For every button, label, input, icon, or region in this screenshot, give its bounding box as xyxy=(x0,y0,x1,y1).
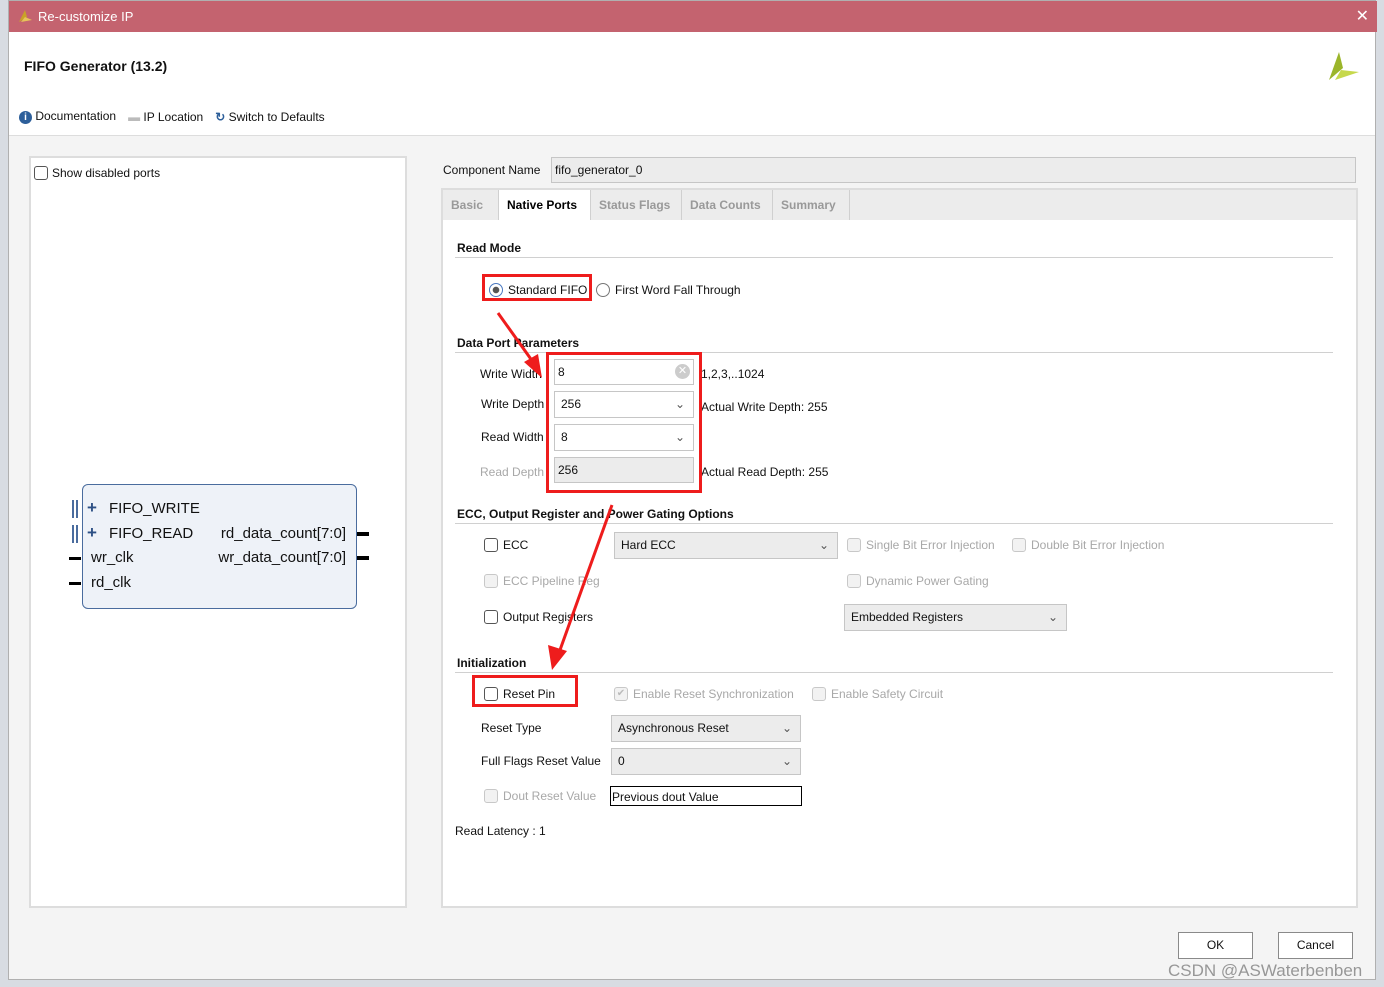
tab-bar: Basic Native Ports Status Flags Data Cou… xyxy=(443,190,1356,220)
fwft-label: First Word Fall Through xyxy=(615,283,741,297)
write-depth-label: Write Depth xyxy=(481,397,545,411)
xilinx-logo-icon xyxy=(1329,52,1359,80)
double-bit-checkbox[interactable] xyxy=(1012,538,1026,552)
ecc-type-value: Hard ECC xyxy=(621,538,676,552)
reset-type-value: Asynchronous Reset xyxy=(618,721,729,735)
ecc-pipeline-checkbox[interactable] xyxy=(484,574,498,588)
ok-button[interactable]: OK xyxy=(1178,932,1253,959)
safety-circuit-label: Enable Safety Circuit xyxy=(831,687,944,701)
port-wr-clk: wr_clk xyxy=(91,549,134,566)
expand-plus-icon[interactable]: + xyxy=(87,498,97,518)
port-pin xyxy=(69,557,81,560)
switch-defaults-label: Switch to Defaults xyxy=(228,109,325,124)
documentation-label: Documentation xyxy=(35,109,117,123)
port-fifo-write: FIFO_WRITE xyxy=(109,500,200,517)
show-disabled-ports-checkbox[interactable] xyxy=(34,166,48,180)
header: FIFO Generator (13.2) i Documentation ▬ … xyxy=(9,32,1375,136)
divider xyxy=(455,523,1333,524)
chevron-down-icon: ⌄ xyxy=(818,538,829,552)
port-rd-clk: rd_clk xyxy=(91,574,132,591)
show-disabled-ports-label: Show disabled ports xyxy=(52,166,161,180)
read-latency-text: Read Latency : 1 xyxy=(455,824,546,838)
power-gating-checkbox[interactable] xyxy=(847,574,861,588)
ecc-header: ECC, Output Register and Power Gating Op… xyxy=(457,507,734,521)
ecc-label: ECC xyxy=(503,538,529,552)
reset-type-select[interactable]: Asynchronous Reset ⌄ xyxy=(611,715,801,742)
page-title: FIFO Generator (13.2) xyxy=(24,58,168,74)
ecc-checkbox[interactable] xyxy=(484,538,498,552)
read-depth-hint: Actual Read Depth: 255 xyxy=(701,465,829,479)
fwft-radio[interactable] xyxy=(596,283,610,297)
double-bit-label: Double Bit Error Injection xyxy=(1031,538,1165,552)
chevron-down-icon: ⌄ xyxy=(781,754,792,768)
port-fifo-read: FIFO_READ xyxy=(109,525,194,542)
port-pin xyxy=(357,556,369,560)
annotation-box-reset-pin xyxy=(472,675,578,707)
output-register-type-value: Embedded Registers xyxy=(851,610,964,624)
title-bar: Re-customize IP ✕ xyxy=(9,1,1377,32)
single-bit-label: Single Bit Error Injection xyxy=(866,538,995,552)
output-register-type-select[interactable]: Embedded Registers ⌄ xyxy=(844,604,1067,631)
tab-summary[interactable]: Summary xyxy=(773,190,850,220)
dout-reset-value-input[interactable]: Previous dout Value xyxy=(610,786,802,806)
initialization-header: Initialization xyxy=(457,656,527,670)
ip-location-button[interactable]: ▬ IP Location xyxy=(128,110,203,124)
tab-basic[interactable]: Basic xyxy=(443,190,499,220)
chevron-down-icon: ⌄ xyxy=(1047,610,1058,624)
tab-status-flags[interactable]: Status Flags xyxy=(591,190,682,220)
ip-location-label: IP Location xyxy=(143,109,204,124)
annotation-box-data-port xyxy=(546,352,702,493)
power-gating-label: Dynamic Power Gating xyxy=(866,574,989,588)
close-icon[interactable]: ✕ xyxy=(1356,6,1369,26)
divider xyxy=(455,257,1333,258)
folder-icon: ▬ xyxy=(128,109,141,124)
window-title: Re-customize IP xyxy=(38,9,134,24)
read-depth-label: Read Depth xyxy=(480,465,545,479)
full-flags-select[interactable]: 0 ⌄ xyxy=(611,748,801,775)
chevron-down-icon: ⌄ xyxy=(781,721,792,735)
full-flags-label: Full Flags Reset Value xyxy=(481,754,601,768)
port-wr-data-count: wr_data_count[7:0] xyxy=(218,549,346,566)
cancel-button[interactable]: Cancel xyxy=(1278,932,1353,959)
tab-data-counts[interactable]: Data Counts xyxy=(682,190,773,220)
dout-reset-checkbox[interactable] xyxy=(484,789,498,803)
divider xyxy=(455,672,1333,673)
full-flags-value: 0 xyxy=(618,754,625,768)
watermark: CSDN @ASWaterbenben xyxy=(1168,961,1363,980)
single-bit-checkbox[interactable] xyxy=(847,538,861,552)
component-name-input[interactable]: fifo_generator_0 xyxy=(551,157,1356,183)
refresh-icon: ↻ xyxy=(215,109,226,124)
port-rd-data-count: rd_data_count[7:0] xyxy=(220,525,346,542)
enable-reset-sync-checkbox[interactable]: ✔ xyxy=(614,687,628,701)
bus-interface-icon xyxy=(72,500,78,518)
ecc-type-select[interactable]: Hard ECC ⌄ xyxy=(614,532,838,559)
port-pin xyxy=(69,582,81,585)
annotation-box-standard-fifo xyxy=(482,274,592,301)
read-mode-header: Read Mode xyxy=(457,241,522,255)
reset-type-label: Reset Type xyxy=(481,721,542,735)
ecc-pipeline-label: ECC Pipeline Reg xyxy=(503,574,600,588)
write-width-hint: 1,2,3,..1024 xyxy=(701,367,765,381)
output-registers-label: Output Registers xyxy=(503,610,594,624)
port-pin xyxy=(357,532,369,536)
output-registers-checkbox[interactable] xyxy=(484,610,498,624)
write-depth-hint: Actual Write Depth: 255 xyxy=(701,400,828,414)
dout-reset-label: Dout Reset Value xyxy=(503,789,597,803)
data-port-header: Data Port Parameters xyxy=(457,336,580,350)
documentation-button[interactable]: i Documentation xyxy=(19,109,116,124)
write-width-label: Write Width xyxy=(480,367,542,381)
enable-reset-sync-label: Enable Reset Synchronization xyxy=(633,687,794,701)
safety-circuit-checkbox[interactable] xyxy=(812,687,826,701)
expand-plus-icon[interactable]: + xyxy=(87,523,97,543)
fifo-symbol-block: + FIFO_WRITE + FIFO_READ wr_clk rd_clk r… xyxy=(69,484,369,609)
toolbar: i Documentation ▬ IP Location ↻ Switch t… xyxy=(19,109,325,124)
ip-symbol-panel: Show disabled ports + FIFO_WRITE + FIFO_… xyxy=(29,156,407,908)
switch-to-defaults-button[interactable]: ↻ Switch to Defaults xyxy=(215,110,324,124)
vivado-logo-icon xyxy=(19,10,32,22)
tab-native-ports[interactable]: Native Ports xyxy=(499,190,591,220)
component-name-label: Component Name xyxy=(443,163,541,177)
read-width-label: Read Width xyxy=(481,430,544,444)
info-icon: i xyxy=(19,111,32,124)
bus-interface-icon xyxy=(72,525,78,543)
